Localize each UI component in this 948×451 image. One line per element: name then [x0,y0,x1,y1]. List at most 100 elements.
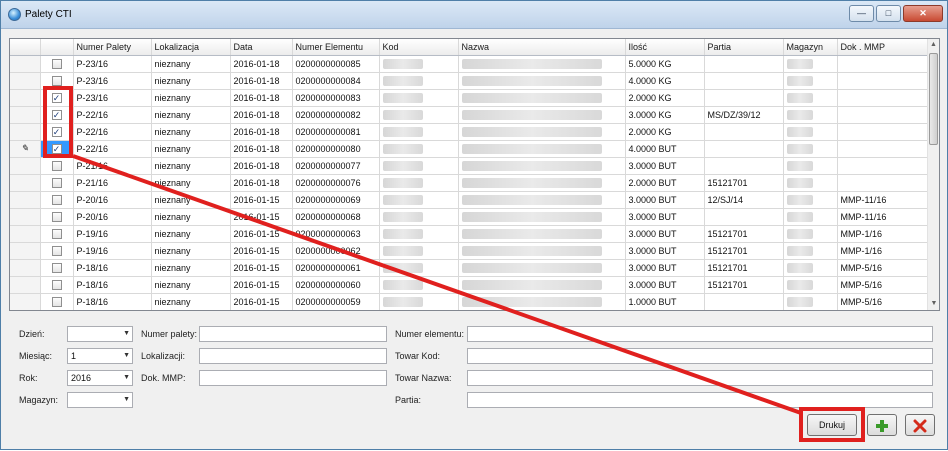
data-cell[interactable]: 2016-01-18 [230,72,293,90]
select-cell[interactable] [40,225,74,243]
column-header-nazwa[interactable]: Nazwa [458,39,626,56]
select-cell[interactable] [40,55,74,73]
nazwa-cell-redacted[interactable] [458,208,626,226]
data-cell[interactable]: 2016-01-15 [230,293,293,310]
dok-mmp-cell[interactable] [837,55,929,73]
ilosc-cell[interactable]: 3.0000 BUT [625,157,705,175]
numer-elementu-cell[interactable]: 0200000000060 [292,276,380,294]
partia-cell[interactable] [704,293,784,310]
add-button[interactable] [867,414,897,436]
lokalizacja-cell[interactable]: nieznany [151,208,231,226]
data-cell[interactable]: 2016-01-18 [230,123,293,141]
numer-palety-cell[interactable]: P-23/16 [73,55,152,73]
kod-cell-redacted[interactable] [379,55,459,73]
table-row[interactable]: P-18/16 nieznany 2016-01-15 0200000000059 1.… [10,293,929,310]
ilosc-cell[interactable]: 1.0000 BUT [625,293,705,310]
partia-cell[interactable]: 15121701 [704,259,784,277]
column-header-kod[interactable]: Kod [379,39,459,56]
partia-cell[interactable]: MS/DZ/39/12 [704,106,784,124]
column-header-ilosc[interactable]: Ilość [625,39,705,56]
partia-cell[interactable] [704,89,784,107]
kod-cell-redacted[interactable] [379,242,459,260]
vertical-scrollbar[interactable]: ▲ ▼ [927,39,939,310]
dok-mmp-cell[interactable]: MMP-11/16 [837,208,929,226]
nazwa-cell-redacted[interactable] [458,191,626,209]
table-row[interactable]: P-21/16 nieznany 2016-01-18 0200000000076 2.… [10,174,929,192]
table-row[interactable]: P-21/16 nieznany 2016-01-18 0200000000077 3.… [10,157,929,175]
rok-select[interactable]: 2016 ▼ [67,370,133,386]
column-header-lokalizacja[interactable]: Lokalizacja [151,39,231,56]
dok-mmp-cell[interactable]: MMP-1/16 [837,242,929,260]
miesiac-select[interactable]: 1 ▼ [67,348,133,364]
ilosc-cell[interactable]: 3.0000 KG [625,106,705,124]
numer-elementu-cell[interactable]: 0200000000061 [292,259,380,277]
row-header[interactable] [10,225,41,243]
ilosc-cell[interactable]: 2.0000 KG [625,123,705,141]
nazwa-cell-redacted[interactable] [458,157,626,175]
lokalizacja-cell[interactable]: nieznany [151,157,231,175]
row-header[interactable] [10,259,41,277]
numer-palety-cell[interactable]: P-22/16 [73,123,152,141]
maximize-button[interactable]: □ [876,5,901,22]
magazyn-cell-redacted[interactable] [783,106,838,124]
row-header[interactable]: ✎ [10,140,41,158]
numer-palety-cell[interactable]: P-23/16 [73,72,152,90]
row-checkbox[interactable] [51,228,62,239]
nazwa-cell-redacted[interactable] [458,72,626,90]
dzien-select[interactable]: ▼ [67,326,133,342]
partia-cell[interactable] [704,157,784,175]
data-cell[interactable]: 2016-01-15 [230,208,293,226]
numer-palety-cell[interactable]: P-23/16 [73,89,152,107]
magazyn-cell-redacted[interactable] [783,123,838,141]
data-cell[interactable]: 2016-01-18 [230,174,293,192]
numer-elementu-cell[interactable]: 0200000000076 [292,174,380,192]
numer-elementu-cell[interactable]: 0200000000080 [292,140,380,158]
kod-cell-redacted[interactable] [379,174,459,192]
towar-nazwa-input[interactable] [467,370,933,386]
numer-palety-cell[interactable]: P-22/16 [73,140,152,158]
data-cell[interactable]: 2016-01-15 [230,276,293,294]
partia-cell[interactable] [704,55,784,73]
magazyn-cell-redacted[interactable] [783,72,838,90]
numer-palety-cell[interactable]: P-19/16 [73,225,152,243]
magazyn-cell-redacted[interactable] [783,157,838,175]
data-cell[interactable]: 2016-01-15 [230,225,293,243]
table-row[interactable]: ✓ P-22/16 nieznany 2016-01-18 0200000000082 3… [10,106,929,124]
table-row[interactable]: ✓ P-22/16 nieznany 2016-01-18 0200000000081 2… [10,123,929,141]
column-header-numer-elementu[interactable]: Numer Elementu [292,39,380,56]
row-header[interactable] [10,89,41,107]
nazwa-cell-redacted[interactable] [458,55,626,73]
lokalizacja-cell[interactable]: nieznany [151,191,231,209]
table-row[interactable]: P-23/16 nieznany 2016-01-18 0200000000085 5.… [10,55,929,73]
lokalizacja-cell[interactable]: nieznany [151,174,231,192]
magazyn-cell-redacted[interactable] [783,208,838,226]
select-cell[interactable] [40,208,74,226]
scroll-up-icon[interactable]: ▲ [928,39,939,51]
table-row[interactable]: P-19/16 nieznany 2016-01-15 0200000000062 3.… [10,242,929,260]
numer-elementu-cell[interactable]: 0200000000081 [292,123,380,141]
ilosc-cell[interactable]: 2.0000 BUT [625,174,705,192]
kod-cell-redacted[interactable] [379,89,459,107]
partia-input[interactable] [467,392,933,408]
numer-elementu-cell[interactable]: 0200000000063 [292,225,380,243]
lokalizacja-cell[interactable]: nieznany [151,242,231,260]
lokalizacja-cell[interactable]: nieznany [151,140,231,158]
table-row[interactable]: P-20/16 nieznany 2016-01-15 0200000000069 3.… [10,191,929,209]
partia-cell[interactable]: 15121701 [704,242,784,260]
numer-elementu-cell[interactable]: 0200000000084 [292,72,380,90]
numer-elementu-cell[interactable]: 0200000000069 [292,191,380,209]
numer-elementu-cell[interactable]: 0200000000083 [292,89,380,107]
table-row[interactable]: ✎ ✓ P-22/16 nieznany 2016-01-18 0200000000080… [10,140,929,158]
row-header[interactable] [10,293,41,310]
numer-palety-cell[interactable]: P-18/16 [73,276,152,294]
table-row[interactable]: P-20/16 nieznany 2016-01-15 0200000000068 3.… [10,208,929,226]
scroll-down-icon[interactable]: ▼ [928,298,939,310]
select-cell[interactable] [40,242,74,260]
data-cell[interactable]: 2016-01-18 [230,157,293,175]
row-checkbox[interactable] [51,262,62,273]
data-cell[interactable]: 2016-01-18 [230,140,293,158]
numer-elementu-cell[interactable]: 0200000000085 [292,55,380,73]
dok-mmp-cell[interactable]: MMP-1/16 [837,225,929,243]
table-row[interactable]: P-18/16 nieznany 2016-01-15 0200000000061 3.… [10,259,929,277]
dok-mmp-cell[interactable] [837,157,929,175]
